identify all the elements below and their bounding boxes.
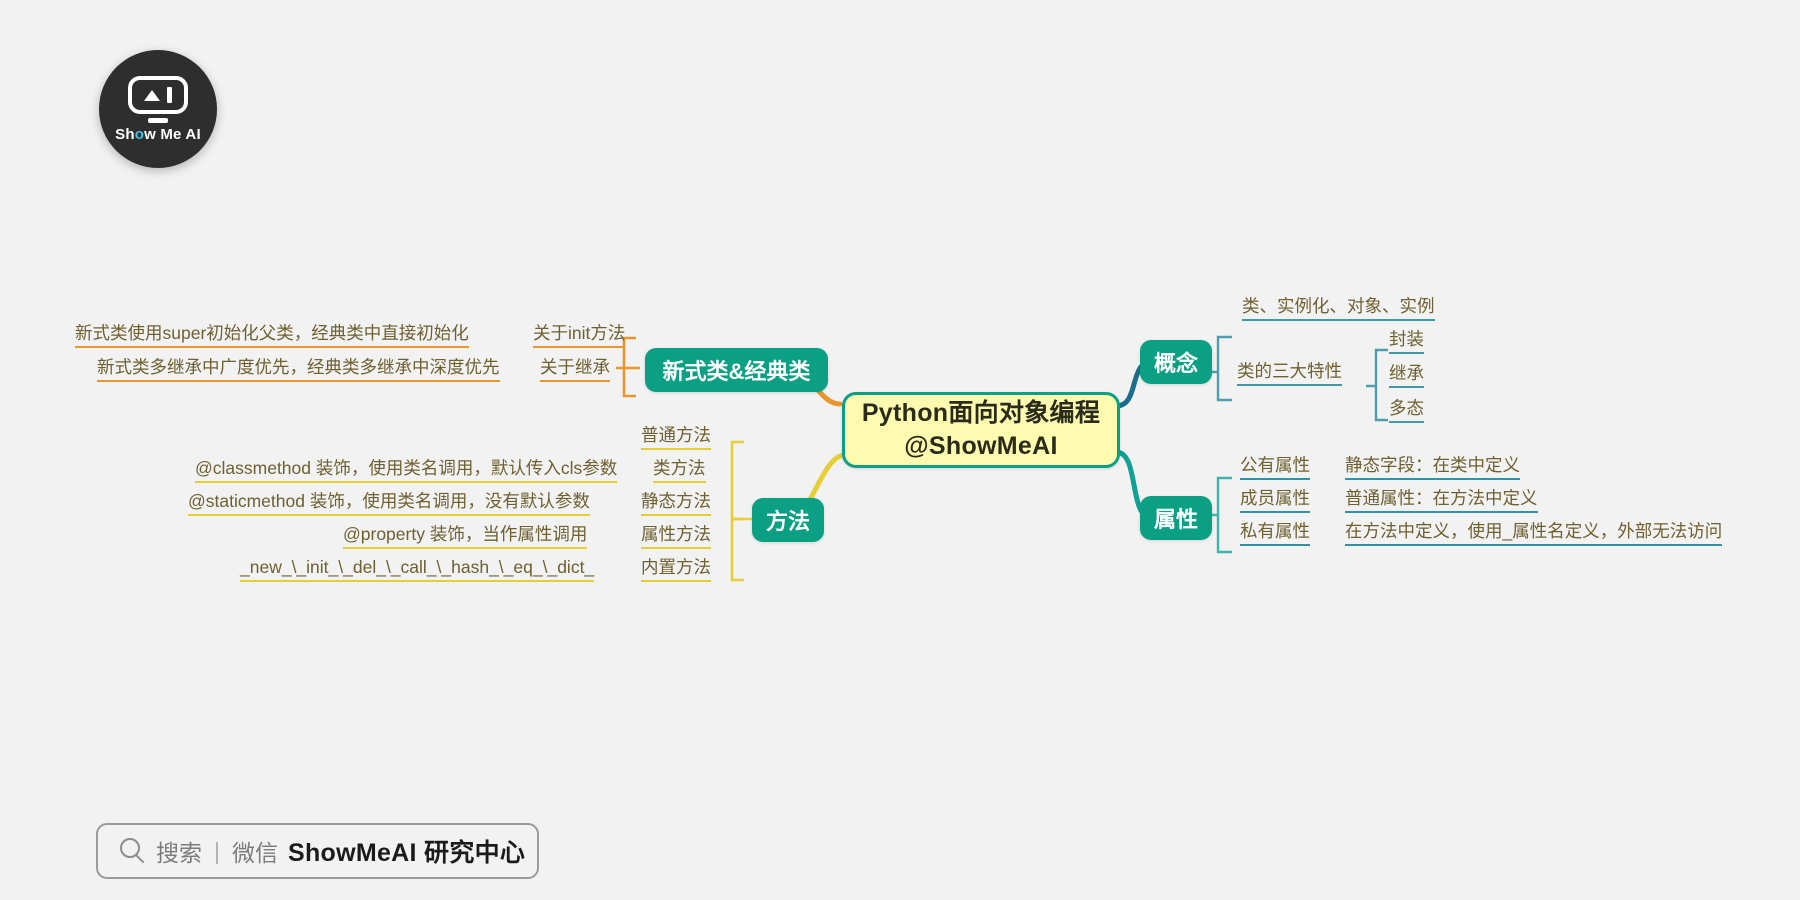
search-divider: | (214, 837, 220, 864)
leaf-label-polymorphism: 多态 (1389, 398, 1424, 424)
leaf-detail-private-attr: 在方法中定义，使用_属性名定义，外部无法访问 (1345, 521, 1723, 547)
logo-screen-icon (128, 75, 188, 114)
mindmap-canvas: Show Me AI Python面向对象编程 @ShowMeAI 新式类&经典… (0, 0, 1800, 900)
leaf-label-init-method: 关于init方法 (533, 323, 626, 349)
branch-node-concept[interactable]: 概念 (1140, 340, 1212, 384)
logo-word-part1: Sh (115, 125, 135, 143)
search-icon (120, 838, 146, 864)
leaf-label-private-attr: 私有属性 (1240, 521, 1310, 547)
leaf-detail-static-method: @staticmethod 装饰，使用类名调用，没有默认参数 (188, 491, 590, 517)
showmeai-logo: Show Me AI (99, 50, 217, 168)
leaf-detail-property-method: @property 装饰，当作属性调用 (343, 524, 588, 550)
leaf-label-static-method: 静态方法 (641, 491, 711, 517)
logo-bar-icon (167, 86, 172, 103)
leaf-label-normal-method: 普通方法 (641, 425, 711, 451)
search-bar[interactable]: 搜索 | 微信 ShowMeAI 研究中心 (96, 823, 539, 879)
leaf-label-builtin-method: 内置方法 (641, 557, 711, 583)
leaf-label-encapsulation: 封装 (1389, 329, 1424, 355)
leaf-label-inheritance-feature: 继承 (1389, 363, 1424, 389)
leaf-label-three-features: 类的三大特性 (1237, 361, 1342, 387)
logo-caret-icon (144, 90, 160, 101)
leaf-label-property-method: 属性方法 (641, 524, 711, 550)
root-title-line1: Python面向对象编程 (861, 399, 1101, 427)
leaf-detail-builtin-method: _new_\_init_\_del_\_call_\_hash_\_eq_\_d… (240, 557, 595, 583)
leaf-detail-class-method: @classmethod 装饰，使用类名调用，默认传入cls参数 (195, 458, 618, 484)
branch-label-concept: 概念 (1153, 351, 1198, 376)
leaf-detail-inheritance: 新式类多继承中广度优先，经典类多继承中深度优先 (97, 357, 500, 383)
bracket-methods (730, 440, 744, 582)
logo-word-o: o (134, 125, 145, 143)
logo-wordmark: Show Me AI (115, 126, 201, 143)
branch-label-attributes: 属性 (1153, 507, 1198, 532)
leaf-detail-init-method: 新式类使用super初始化父类，经典类中直接初始化 (75, 323, 469, 349)
leaf-label-class-method: 类方法 (653, 458, 706, 484)
logo-word-part2: w Me AI (144, 125, 201, 143)
leaf-label-public-attr: 公有属性 (1240, 455, 1310, 481)
branch-label-new-classic: 新式类&经典类 (662, 359, 811, 384)
leaf-detail-member-attr: 普通属性：在方法中定义 (1345, 488, 1538, 514)
leaf-label-member-attr: 成员属性 (1240, 488, 1310, 514)
root-node[interactable]: Python面向对象编程 @ShowMeAI (842, 392, 1120, 468)
search-channel: 微信 (231, 840, 278, 866)
leaf-label-class-instance: 类、实例化、对象、实例 (1242, 296, 1435, 322)
search-placeholder: 搜索 (156, 840, 202, 866)
branch-node-methods[interactable]: 方法 (752, 498, 824, 542)
leaf-label-inheritance: 关于继承 (540, 357, 610, 383)
logo-stand-icon (148, 117, 168, 123)
branch-node-new-classic[interactable]: 新式类&经典类 (645, 348, 828, 392)
branch-node-attributes[interactable]: 属性 (1140, 496, 1212, 540)
bracket-three-features (1366, 348, 1388, 422)
branch-label-methods: 方法 (765, 509, 810, 534)
search-brand: ShowMeAI 研究中心 (287, 839, 526, 867)
root-title-line2: @ShowMeAI (904, 432, 1058, 460)
leaf-detail-public-attr: 静态字段：在类中定义 (1345, 455, 1520, 481)
